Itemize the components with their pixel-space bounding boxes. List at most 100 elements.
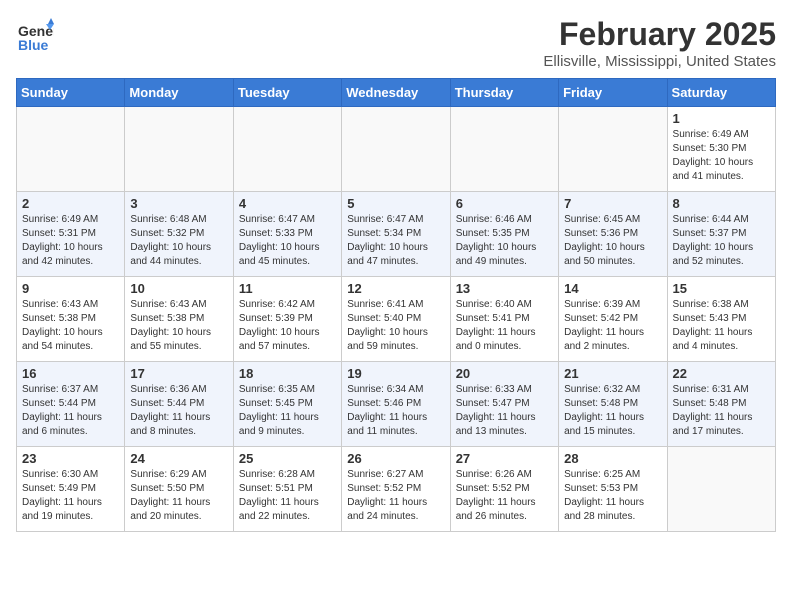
- day-number: 10: [130, 281, 227, 296]
- day-info: Sunrise: 6:49 AM Sunset: 5:31 PM Dayligh…: [22, 213, 119, 269]
- calendar-cell: 16Sunrise: 6:37 AM Sunset: 5:44 PM Dayli…: [17, 362, 125, 447]
- calendar-cell: 10 Sunrise: 6:43 AM Sunset: 5:38 PM Dayli…: [125, 277, 233, 362]
- day-number: 9: [22, 281, 119, 296]
- day-number: 19: [347, 366, 444, 381]
- logo: General Blue: [16, 16, 54, 54]
- day-info: Sunrise: 6:27 AM Sunset: 5:52 PM Dayligh…: [347, 468, 444, 524]
- logo-icon: General Blue: [16, 16, 54, 54]
- day-info: Sunrise: 6:31 AM Sunset: 5:48 PM Dayligh…: [673, 383, 770, 439]
- day-info: Sunrise: 6:26 AM Sunset: 5:52 PM Dayligh…: [456, 468, 553, 524]
- calendar-cell: 28 Sunrise: 6:25 AM Sunset: 5:53 PM Dayli…: [559, 447, 667, 532]
- day-info: Sunrise: 6:34 AM Sunset: 5:46 PM Dayligh…: [347, 383, 444, 439]
- day-number: 4: [239, 196, 336, 211]
- day-number: 14: [564, 281, 661, 296]
- subtitle: Ellisville, Mississippi, United States: [543, 53, 776, 70]
- day-number: 1: [673, 111, 770, 126]
- day-number: 16: [22, 366, 119, 381]
- day-number: 3: [130, 196, 227, 211]
- day-number: 15: [673, 281, 770, 296]
- day-number: 27: [456, 451, 553, 466]
- day-info: Sunrise: 6:40 AM Sunset: 5:41 PM Dayligh…: [456, 298, 553, 354]
- calendar-cell: 13Sunrise: 6:40 AM Sunset: 5:41 PM Dayli…: [450, 277, 558, 362]
- calendar-cell: [125, 107, 233, 192]
- calendar-cell: 3 Sunrise: 6:48 AM Sunset: 5:32 PM Daylig…: [125, 192, 233, 277]
- day-info: Sunrise: 6:46 AM Sunset: 5:35 PM Dayligh…: [456, 213, 553, 269]
- weekday-header-wednesday: Wednesday: [342, 79, 450, 107]
- calendar-week-1: 2 Sunrise: 6:49 AM Sunset: 5:31 PM Daylig…: [17, 192, 776, 277]
- day-number: 22: [673, 366, 770, 381]
- day-info: Sunrise: 6:41 AM Sunset: 5:40 PM Dayligh…: [347, 298, 444, 354]
- calendar-week-4: 23Sunrise: 6:30 AM Sunset: 5:49 PM Dayli…: [17, 447, 776, 532]
- main-title: February 2025: [543, 16, 776, 53]
- day-number: 5: [347, 196, 444, 211]
- weekday-header-sunday: Sunday: [17, 79, 125, 107]
- calendar-cell: 1Sunrise: 6:49 AM Sunset: 5:30 PM Daylig…: [667, 107, 775, 192]
- calendar-cell: 27 Sunrise: 6:26 AM Sunset: 5:52 PM Dayli…: [450, 447, 558, 532]
- day-info: Sunrise: 6:33 AM Sunset: 5:47 PM Dayligh…: [456, 383, 553, 439]
- day-number: 21: [564, 366, 661, 381]
- calendar-cell: [559, 107, 667, 192]
- day-info: Sunrise: 6:28 AM Sunset: 5:51 PM Dayligh…: [239, 468, 336, 524]
- day-number: 11: [239, 281, 336, 296]
- day-info: Sunrise: 6:45 AM Sunset: 5:36 PM Dayligh…: [564, 213, 661, 269]
- day-number: 6: [456, 196, 553, 211]
- calendar-cell: [17, 107, 125, 192]
- day-info: Sunrise: 6:32 AM Sunset: 5:48 PM Dayligh…: [564, 383, 661, 439]
- svg-text:Blue: Blue: [18, 37, 49, 53]
- day-info: Sunrise: 6:25 AM Sunset: 5:53 PM Dayligh…: [564, 468, 661, 524]
- calendar-week-3: 16Sunrise: 6:37 AM Sunset: 5:44 PM Dayli…: [17, 362, 776, 447]
- day-number: 7: [564, 196, 661, 211]
- calendar-cell: 24 Sunrise: 6:29 AM Sunset: 5:50 PM Dayli…: [125, 447, 233, 532]
- day-number: 25: [239, 451, 336, 466]
- calendar-cell: 9 Sunrise: 6:43 AM Sunset: 5:38 PM Daylig…: [17, 277, 125, 362]
- calendar-body: 1Sunrise: 6:49 AM Sunset: 5:30 PM Daylig…: [17, 107, 776, 532]
- weekday-header-row: SundayMondayTuesdayWednesdayThursdayFrid…: [17, 79, 776, 107]
- calendar-cell: 7 Sunrise: 6:45 AM Sunset: 5:36 PM Daylig…: [559, 192, 667, 277]
- calendar-cell: [233, 107, 341, 192]
- day-info: Sunrise: 6:43 AM Sunset: 5:38 PM Dayligh…: [130, 298, 227, 354]
- day-info: Sunrise: 6:44 AM Sunset: 5:37 PM Dayligh…: [673, 213, 770, 269]
- calendar-cell: [450, 107, 558, 192]
- day-number: 17: [130, 366, 227, 381]
- calendar-cell: [667, 447, 775, 532]
- day-number: 26: [347, 451, 444, 466]
- calendar-cell: 22 Sunrise: 6:31 AM Sunset: 5:48 PM Dayli…: [667, 362, 775, 447]
- day-number: 28: [564, 451, 661, 466]
- weekday-header-monday: Monday: [125, 79, 233, 107]
- day-number: 20: [456, 366, 553, 381]
- weekday-header-saturday: Saturday: [667, 79, 775, 107]
- weekday-header-tuesday: Tuesday: [233, 79, 341, 107]
- calendar-cell: 12 Sunrise: 6:41 AM Sunset: 5:40 PM Dayli…: [342, 277, 450, 362]
- day-info: Sunrise: 6:48 AM Sunset: 5:32 PM Dayligh…: [130, 213, 227, 269]
- day-number: 24: [130, 451, 227, 466]
- calendar-week-2: 9 Sunrise: 6:43 AM Sunset: 5:38 PM Daylig…: [17, 277, 776, 362]
- calendar-cell: 14 Sunrise: 6:39 AM Sunset: 5:42 PM Dayli…: [559, 277, 667, 362]
- day-number: 2: [22, 196, 119, 211]
- day-info: Sunrise: 6:29 AM Sunset: 5:50 PM Dayligh…: [130, 468, 227, 524]
- day-number: 23: [22, 451, 119, 466]
- calendar-cell: 19 Sunrise: 6:34 AM Sunset: 5:46 PM Dayli…: [342, 362, 450, 447]
- calendar-cell: 11Sunrise: 6:42 AM Sunset: 5:39 PM Dayli…: [233, 277, 341, 362]
- day-info: Sunrise: 6:38 AM Sunset: 5:43 PM Dayligh…: [673, 298, 770, 354]
- calendar-cell: 4Sunrise: 6:47 AM Sunset: 5:33 PM Daylig…: [233, 192, 341, 277]
- day-info: Sunrise: 6:39 AM Sunset: 5:42 PM Dayligh…: [564, 298, 661, 354]
- day-number: 8: [673, 196, 770, 211]
- day-number: 12: [347, 281, 444, 296]
- weekday-header-thursday: Thursday: [450, 79, 558, 107]
- calendar-cell: 21 Sunrise: 6:32 AM Sunset: 5:48 PM Dayli…: [559, 362, 667, 447]
- calendar-cell: 20 Sunrise: 6:33 AM Sunset: 5:47 PM Dayli…: [450, 362, 558, 447]
- day-info: Sunrise: 6:43 AM Sunset: 5:38 PM Dayligh…: [22, 298, 119, 354]
- calendar-week-0: 1Sunrise: 6:49 AM Sunset: 5:30 PM Daylig…: [17, 107, 776, 192]
- calendar-cell: 25 Sunrise: 6:28 AM Sunset: 5:51 PM Dayli…: [233, 447, 341, 532]
- calendar-cell: 8 Sunrise: 6:44 AM Sunset: 5:37 PM Daylig…: [667, 192, 775, 277]
- calendar-cell: [342, 107, 450, 192]
- calendar-cell: 23Sunrise: 6:30 AM Sunset: 5:49 PM Dayli…: [17, 447, 125, 532]
- day-number: 18: [239, 366, 336, 381]
- calendar-cell: 18Sunrise: 6:35 AM Sunset: 5:45 PM Dayli…: [233, 362, 341, 447]
- calendar-table: SundayMondayTuesdayWednesdayThursdayFrid…: [16, 78, 776, 532]
- calendar-cell: 26 Sunrise: 6:27 AM Sunset: 5:52 PM Dayli…: [342, 447, 450, 532]
- weekday-header-friday: Friday: [559, 79, 667, 107]
- day-info: Sunrise: 6:47 AM Sunset: 5:34 PM Dayligh…: [347, 213, 444, 269]
- calendar-cell: 17Sunrise: 6:36 AM Sunset: 5:44 PM Dayli…: [125, 362, 233, 447]
- title-block: February 2025 Ellisville, Mississippi, U…: [543, 16, 776, 70]
